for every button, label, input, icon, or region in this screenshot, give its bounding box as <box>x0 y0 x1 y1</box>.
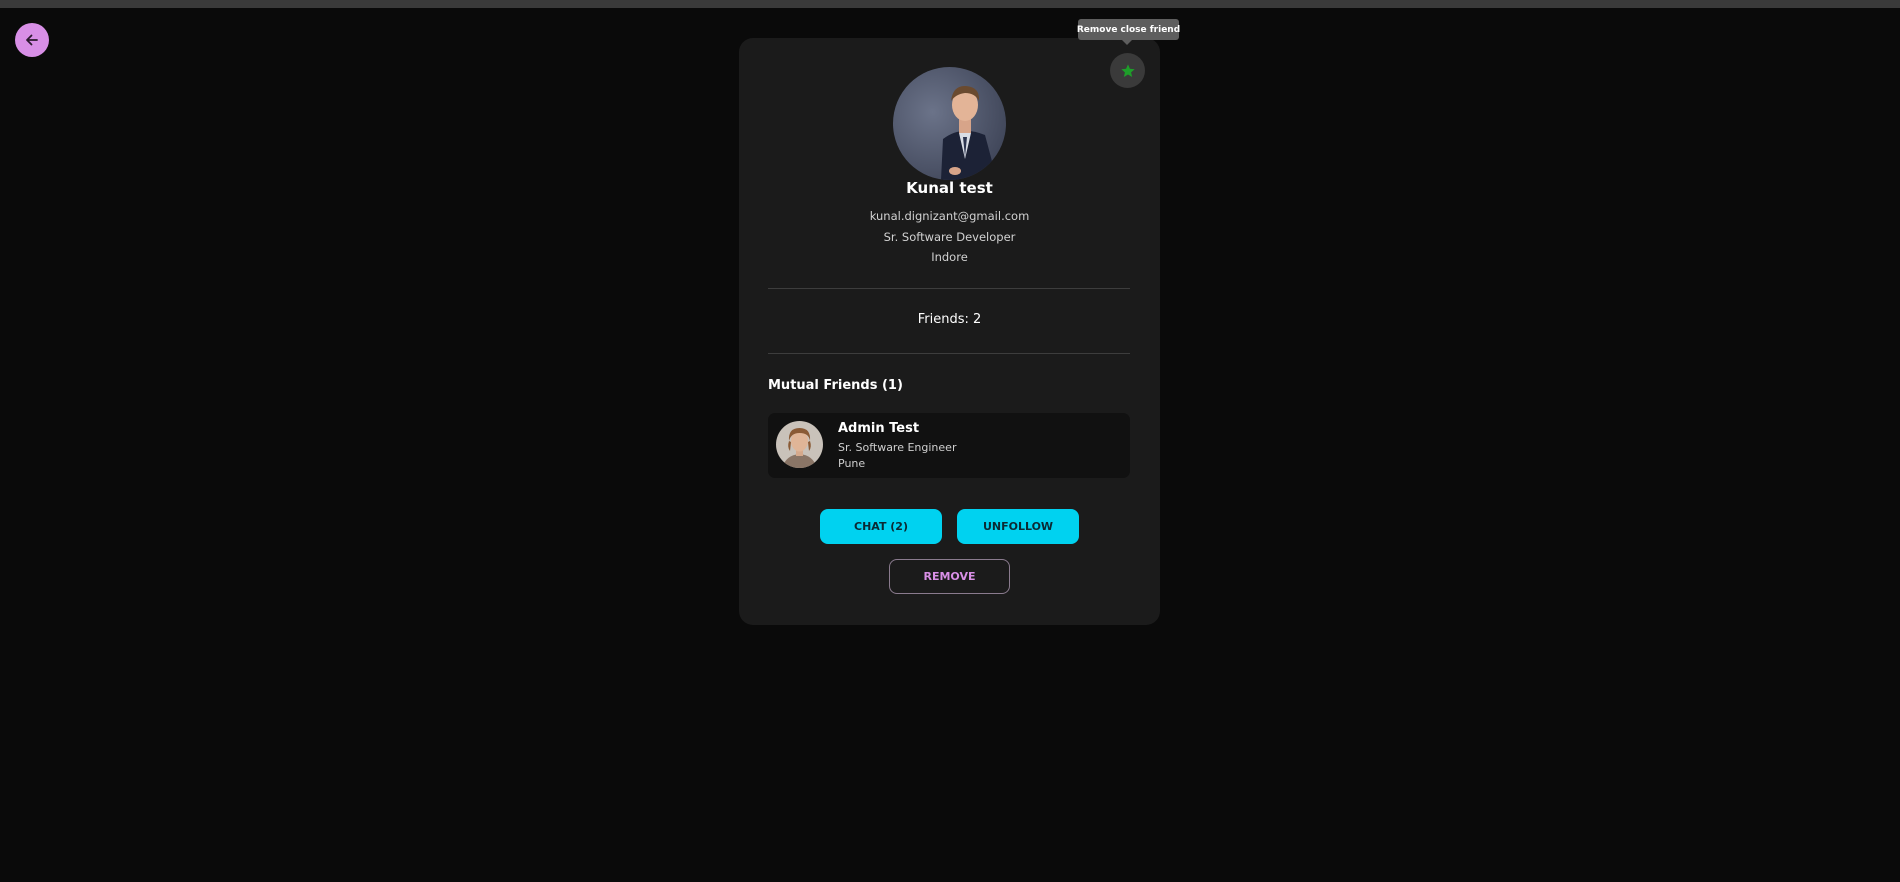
profile-job-title: Sr. Software Developer <box>883 230 1016 244</box>
divider-bottom <box>768 353 1130 354</box>
profile-email: kunal.dignizant@gmail.com <box>869 209 1030 223</box>
chat-button[interactable]: CHAT (2) <box>820 509 942 544</box>
back-button[interactable] <box>15 23 49 57</box>
browser-top-strip <box>0 0 1900 8</box>
profile-location: Indore <box>931 250 968 264</box>
star-icon <box>1120 63 1136 79</box>
profile-name: Kunal test <box>906 179 993 197</box>
close-friend-toggle-button[interactable] <box>1110 53 1145 88</box>
mutual-friends-heading: Mutual Friends (1) <box>768 378 903 393</box>
mutual-friend-name: Admin Test <box>838 421 920 436</box>
mutual-friend-title: Sr. Software Engineer <box>838 441 957 454</box>
close-friend-tooltip: Remove close friend <box>1077 19 1180 45</box>
arrow-left-icon <box>24 32 40 48</box>
unfollow-button[interactable]: UNFOLLOW <box>957 509 1079 544</box>
divider-top <box>768 288 1130 289</box>
profile-avatar <box>893 67 1006 180</box>
mutual-friend-avatar <box>776 421 823 468</box>
remove-button[interactable]: REMOVE <box>889 559 1010 594</box>
friends-count: Friends: 2 <box>917 312 982 327</box>
mutual-friend-item[interactable]: Admin Test Sr. Software Engineer Pune <box>768 413 1130 478</box>
mutual-friend-location: Pune <box>838 457 866 470</box>
